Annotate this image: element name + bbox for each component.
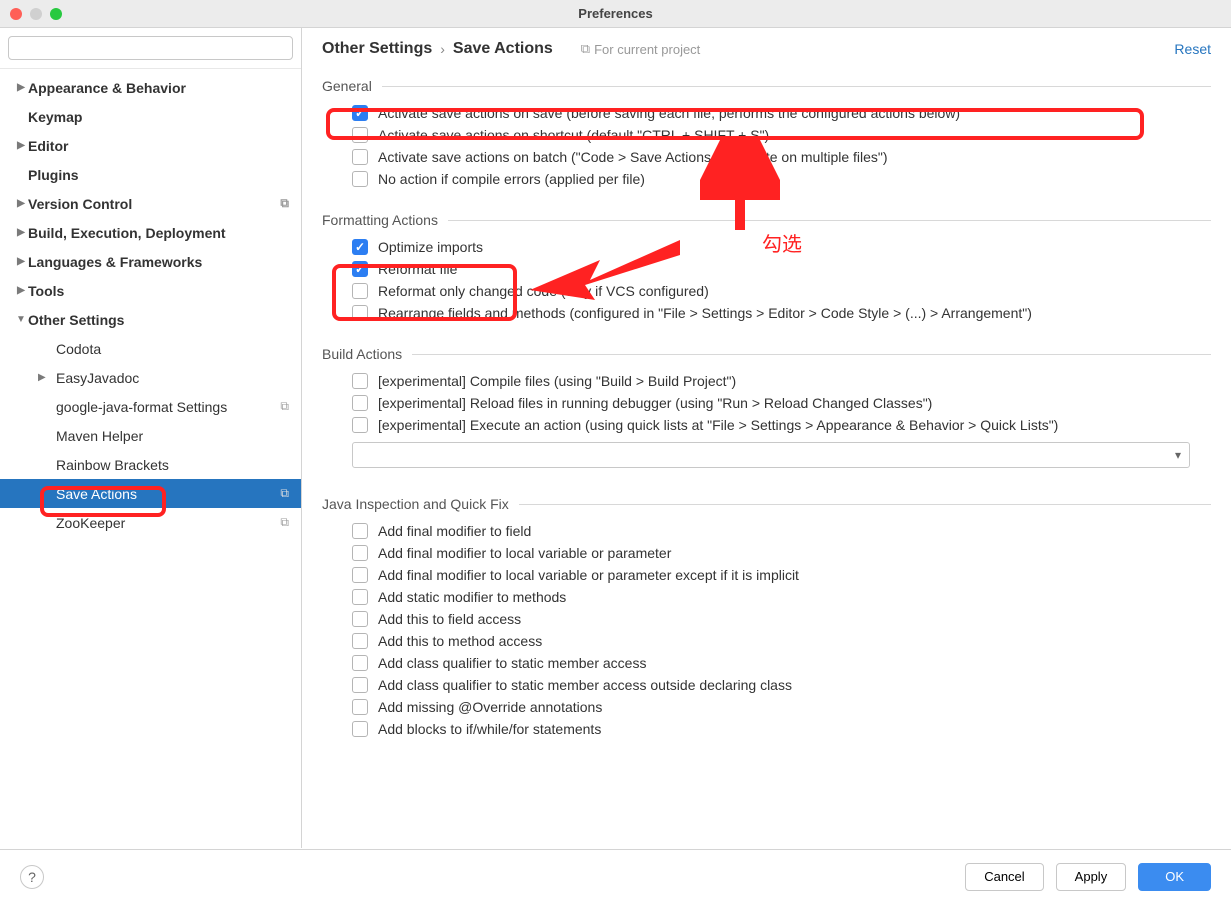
chevron-right-icon: ▶ [14, 227, 28, 238]
sidebar-item-editor[interactable]: ▶Editor [0, 131, 301, 160]
check-final-local[interactable]: Add final modifier to local variable or … [322, 542, 1211, 564]
breadcrumb-parent[interactable]: Other Settings [322, 40, 432, 58]
checkbox[interactable] [352, 239, 368, 255]
check-activate-on-save[interactable]: Activate save actions on save (before sa… [322, 102, 1211, 124]
sidebar-item-other-settings[interactable]: ▼Other Settings [0, 305, 301, 334]
project-icon: ⧉ [280, 399, 289, 414]
check-execute-action[interactable]: [experimental] Execute an action (using … [322, 414, 1211, 436]
settings-tree: ▶Appearance & Behavior Keymap ▶Editor Pl… [0, 69, 301, 848]
sidebar-item-appearance[interactable]: ▶Appearance & Behavior [0, 73, 301, 102]
help-button[interactable]: ? [20, 865, 44, 889]
checkbox[interactable] [352, 149, 368, 165]
minimize-window-button[interactable] [30, 8, 42, 20]
checkbox[interactable] [352, 395, 368, 411]
checkbox[interactable] [352, 545, 368, 561]
checkbox[interactable] [352, 127, 368, 143]
checkbox[interactable] [352, 677, 368, 693]
cancel-button[interactable]: Cancel [965, 863, 1043, 891]
sidebar-item-easyjavadoc[interactable]: ▶EasyJavadoc [0, 363, 301, 392]
chevron-right-icon: ▶ [14, 256, 28, 267]
check-activate-on-shortcut[interactable]: Activate save actions on shortcut (defau… [322, 124, 1211, 146]
section-build-header: Build Actions [322, 346, 1211, 362]
sidebar-item-rainbow-brackets[interactable]: Rainbow Brackets [0, 450, 301, 479]
reset-link[interactable]: Reset [1174, 41, 1211, 57]
project-icon: ⧉ [581, 41, 590, 57]
sidebar-item-keymap[interactable]: Keymap [0, 102, 301, 131]
chevron-down-icon: ▼ [14, 314, 28, 325]
check-static-methods[interactable]: Add static modifier to methods [322, 586, 1211, 608]
check-blocks[interactable]: Add blocks to if/while/for statements [322, 718, 1211, 740]
check-reload-debugger[interactable]: [experimental] Reload files in running d… [322, 392, 1211, 414]
chevron-right-icon: › [440, 41, 445, 57]
checkbox[interactable] [352, 261, 368, 277]
check-rearrange-fields[interactable]: Rearrange fields and methods (configured… [322, 302, 1211, 324]
check-final-field[interactable]: Add final modifier to field [322, 520, 1211, 542]
checkbox[interactable] [352, 305, 368, 321]
breadcrumb: Other Settings › Save Actions ⧉For curre… [302, 28, 1231, 68]
maximize-window-button[interactable] [50, 8, 62, 20]
search-input[interactable] [8, 36, 293, 60]
window-title: Preferences [578, 6, 652, 21]
sidebar-item-save-actions[interactable]: Save Actions⧉ [0, 479, 301, 508]
close-window-button[interactable] [10, 8, 22, 20]
section-general-header: General [322, 78, 1211, 94]
checkbox[interactable] [352, 171, 368, 187]
check-this-field[interactable]: Add this to field access [322, 608, 1211, 630]
project-icon: ⧉ [280, 515, 289, 530]
check-activate-on-batch[interactable]: Activate save actions on batch ("Code > … [322, 146, 1211, 168]
checkbox[interactable] [352, 417, 368, 433]
check-class-qualifier[interactable]: Add class qualifier to static member acc… [322, 652, 1211, 674]
sidebar-item-zookeeper[interactable]: ZooKeeper⧉ [0, 508, 301, 537]
check-final-local-implicit[interactable]: Add final modifier to local variable or … [322, 564, 1211, 586]
check-override[interactable]: Add missing @Override annotations [322, 696, 1211, 718]
section-formatting-header: Formatting Actions [322, 212, 1211, 228]
chevron-right-icon: ▶ [14, 140, 28, 151]
check-reformat-file[interactable]: Reformat file [322, 258, 1211, 280]
sidebar-item-build[interactable]: ▶Build, Execution, Deployment [0, 218, 301, 247]
checkbox[interactable] [352, 105, 368, 121]
check-class-qualifier-outside[interactable]: Add class qualifier to static member acc… [322, 674, 1211, 696]
sidebar-item-tools[interactable]: ▶Tools [0, 276, 301, 305]
checkbox[interactable] [352, 655, 368, 671]
checkbox[interactable] [352, 523, 368, 539]
content-panel: Other Settings › Save Actions ⧉For curre… [302, 28, 1231, 848]
sidebar-item-maven-helper[interactable]: Maven Helper [0, 421, 301, 450]
checkbox[interactable] [352, 373, 368, 389]
breadcrumb-current: Save Actions [453, 40, 553, 58]
checkbox[interactable] [352, 283, 368, 299]
sidebar-item-plugins[interactable]: Plugins [0, 160, 301, 189]
sidebar-item-google-java-format[interactable]: google-java-format Settings⧉ [0, 392, 301, 421]
project-icon: ⧉ [280, 196, 289, 211]
section-inspection-header: Java Inspection and Quick Fix [322, 496, 1211, 512]
check-reformat-changed[interactable]: Reformat only changed code (only if VCS … [322, 280, 1211, 302]
sidebar-item-languages[interactable]: ▶Languages & Frameworks [0, 247, 301, 276]
quick-list-dropdown[interactable] [352, 442, 1190, 468]
project-icon: ⧉ [280, 486, 289, 501]
for-project-label: ⧉For current project [581, 41, 701, 57]
chevron-right-icon: ▶ [14, 82, 28, 93]
ok-button[interactable]: OK [1138, 863, 1211, 891]
sidebar-item-codota[interactable]: Codota [0, 334, 301, 363]
chevron-right-icon: ▶ [14, 198, 28, 209]
titlebar: Preferences [0, 0, 1231, 28]
checkbox[interactable] [352, 611, 368, 627]
traffic-lights [0, 8, 62, 20]
sidebar: ⌕ ▾ ▶Appearance & Behavior Keymap ▶Edito… [0, 28, 302, 848]
chevron-right-icon: ▶ [38, 372, 46, 383]
check-compile-files[interactable]: [experimental] Compile files (using "Bui… [322, 370, 1211, 392]
sidebar-item-version-control[interactable]: ▶Version Control⧉ [0, 189, 301, 218]
check-optimize-imports[interactable]: Optimize imports [322, 236, 1211, 258]
chevron-right-icon: ▶ [14, 285, 28, 296]
checkbox[interactable] [352, 721, 368, 737]
check-no-action-compile-errors[interactable]: No action if compile errors (applied per… [322, 168, 1211, 190]
checkbox[interactable] [352, 589, 368, 605]
footer: ? Cancel Apply OK [0, 849, 1231, 903]
check-this-method[interactable]: Add this to method access [322, 630, 1211, 652]
checkbox[interactable] [352, 699, 368, 715]
checkbox[interactable] [352, 567, 368, 583]
apply-button[interactable]: Apply [1056, 863, 1127, 891]
checkbox[interactable] [352, 633, 368, 649]
